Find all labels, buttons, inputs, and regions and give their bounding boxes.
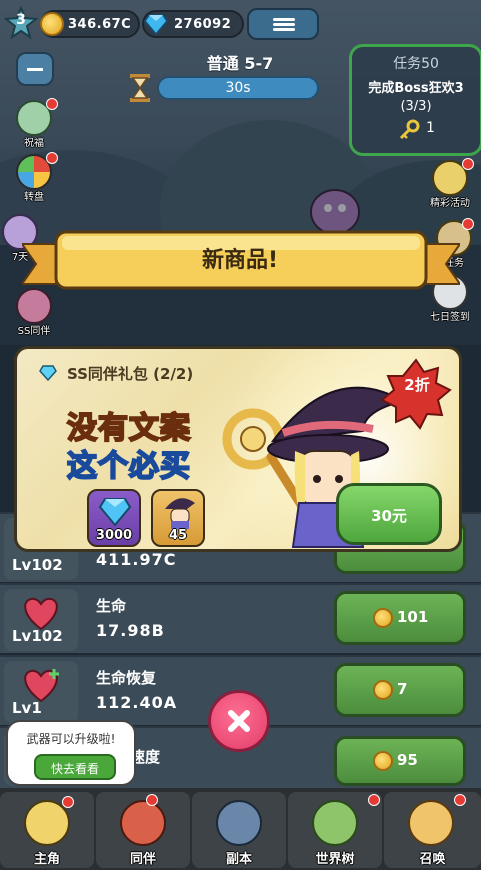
coin-amount: 346.67C <box>68 17 132 32</box>
notification-dot <box>454 794 466 806</box>
row-level: Lv1 <box>12 699 42 717</box>
tooltip-text: 武器可以升级啦! <box>26 732 116 746</box>
heart-icon <box>24 597 58 631</box>
nav-item-summon[interactable]: 召唤 <box>384 792 481 868</box>
pack-title: SS同伴礼包 (2/2) <box>67 365 194 383</box>
task-reward-count: 1 <box>426 120 435 136</box>
task-title: 任务50 <box>393 56 439 72</box>
notification-dot <box>368 794 380 806</box>
pack-item-witch-partner[interactable]: 45 <box>151 489 205 547</box>
close-popup-button[interactable] <box>208 690 270 752</box>
list-menu-icon <box>273 18 295 21</box>
diamond-icon <box>39 365 57 381</box>
row-level: Lv102 <box>12 627 63 645</box>
go-check-label: 快去看看 <box>50 762 99 776</box>
dungeon-icon <box>216 800 262 846</box>
upgrade-button[interactable]: 95 <box>334 736 466 786</box>
task-description: 完成Boss狂欢3 <box>368 81 464 96</box>
nav-item-hero[interactable]: 主角 <box>0 792 94 868</box>
row-stat-value: 411.97C <box>96 550 177 569</box>
hero-icon <box>24 800 70 846</box>
diamond-icon <box>98 498 132 527</box>
nav-item-dungeon[interactable]: 副本 <box>192 792 286 868</box>
upgrade-button[interactable]: 7 <box>334 663 466 717</box>
row-level: Lv102 <box>12 556 63 574</box>
witch-partner-icon <box>165 498 195 529</box>
upgrade-cost: 7 <box>397 680 408 698</box>
collapse-button[interactable] <box>16 52 54 86</box>
ss-partner-icon <box>16 288 52 324</box>
coin-icon <box>373 680 393 700</box>
notification-dot <box>62 796 74 808</box>
coin-icon <box>373 608 393 628</box>
item-count: 45 <box>168 528 188 543</box>
notification-dot <box>462 158 474 170</box>
row-stat-name: 生命恢复 <box>96 669 157 687</box>
bottom-nav: 主角 同伴 副本 世界树 召唤 <box>0 788 481 870</box>
discount-text: 2折 <box>404 376 430 394</box>
row-stat-value: 17.98B <box>96 621 165 640</box>
upgrade-cost: 101 <box>397 608 429 626</box>
task-panel[interactable]: 任务50 完成Boss狂欢3 (3/3) 1 <box>349 44 481 156</box>
item-count: 3000 <box>95 528 133 543</box>
pack-item-diamond[interactable]: 3000 <box>87 489 141 547</box>
main-menu-button[interactable] <box>247 8 319 40</box>
go-check-button[interactable]: 快去看看 <box>34 754 116 780</box>
world-tree-icon <box>312 800 358 846</box>
hourglass-icon <box>130 74 150 102</box>
upgrade-button[interactable]: 101 <box>334 591 466 645</box>
gem-amount: 276092 <box>174 17 232 32</box>
gem-counter[interactable]: 276092 <box>142 10 244 38</box>
close-icon <box>228 710 250 732</box>
notification-dot <box>46 98 58 110</box>
buy-button[interactable]: 30元 <box>336 483 442 545</box>
row-stat-value: 112.40A <box>96 693 178 712</box>
weapon-upgrade-tooltip: 武器可以升级啦! 快去看看 <box>6 720 136 786</box>
player-level: 3 <box>16 12 26 28</box>
coin-icon <box>40 12 64 36</box>
banner-title: 新商品! <box>201 248 279 273</box>
top-bar: 3 346.67C 276092 <box>0 0 481 48</box>
side-item-blessing[interactable]: 祝福 <box>8 98 60 154</box>
row-stat-name: 生命 <box>96 597 127 615</box>
stage-name: 普通 5-7 <box>206 54 274 73</box>
nav-item-world-tree[interactable]: 世界树 <box>288 792 382 868</box>
partner-icon <box>120 800 166 846</box>
coin-counter[interactable]: 346.67C <box>40 10 140 38</box>
summon-icon <box>408 800 454 846</box>
notification-dot <box>46 152 58 164</box>
price-label: 30元 <box>371 507 407 525</box>
nav-item-partner[interactable]: 同伴 <box>96 792 190 868</box>
side-item-wheel[interactable]: 转盘 <box>8 152 60 208</box>
upgrade-cost: 95 <box>397 751 418 769</box>
slogan-line-2: 这个必买 <box>66 448 191 485</box>
stage-timer: 30s <box>157 76 319 100</box>
stage-timer-text: 30s <box>225 80 251 96</box>
key-icon <box>399 119 420 140</box>
coin-icon <box>373 751 393 771</box>
side-item-ss-partner[interactable]: SS同伴 <box>8 286 60 342</box>
notification-dot <box>462 218 474 230</box>
side-item-event[interactable]: 精彩活动 <box>424 158 476 214</box>
notification-dot <box>146 794 158 806</box>
diamond-icon <box>144 14 168 35</box>
upgrade-row-hp: Lv102 生命 17.98B 101 <box>0 583 481 653</box>
task-progress: (3/3) <box>400 99 432 114</box>
